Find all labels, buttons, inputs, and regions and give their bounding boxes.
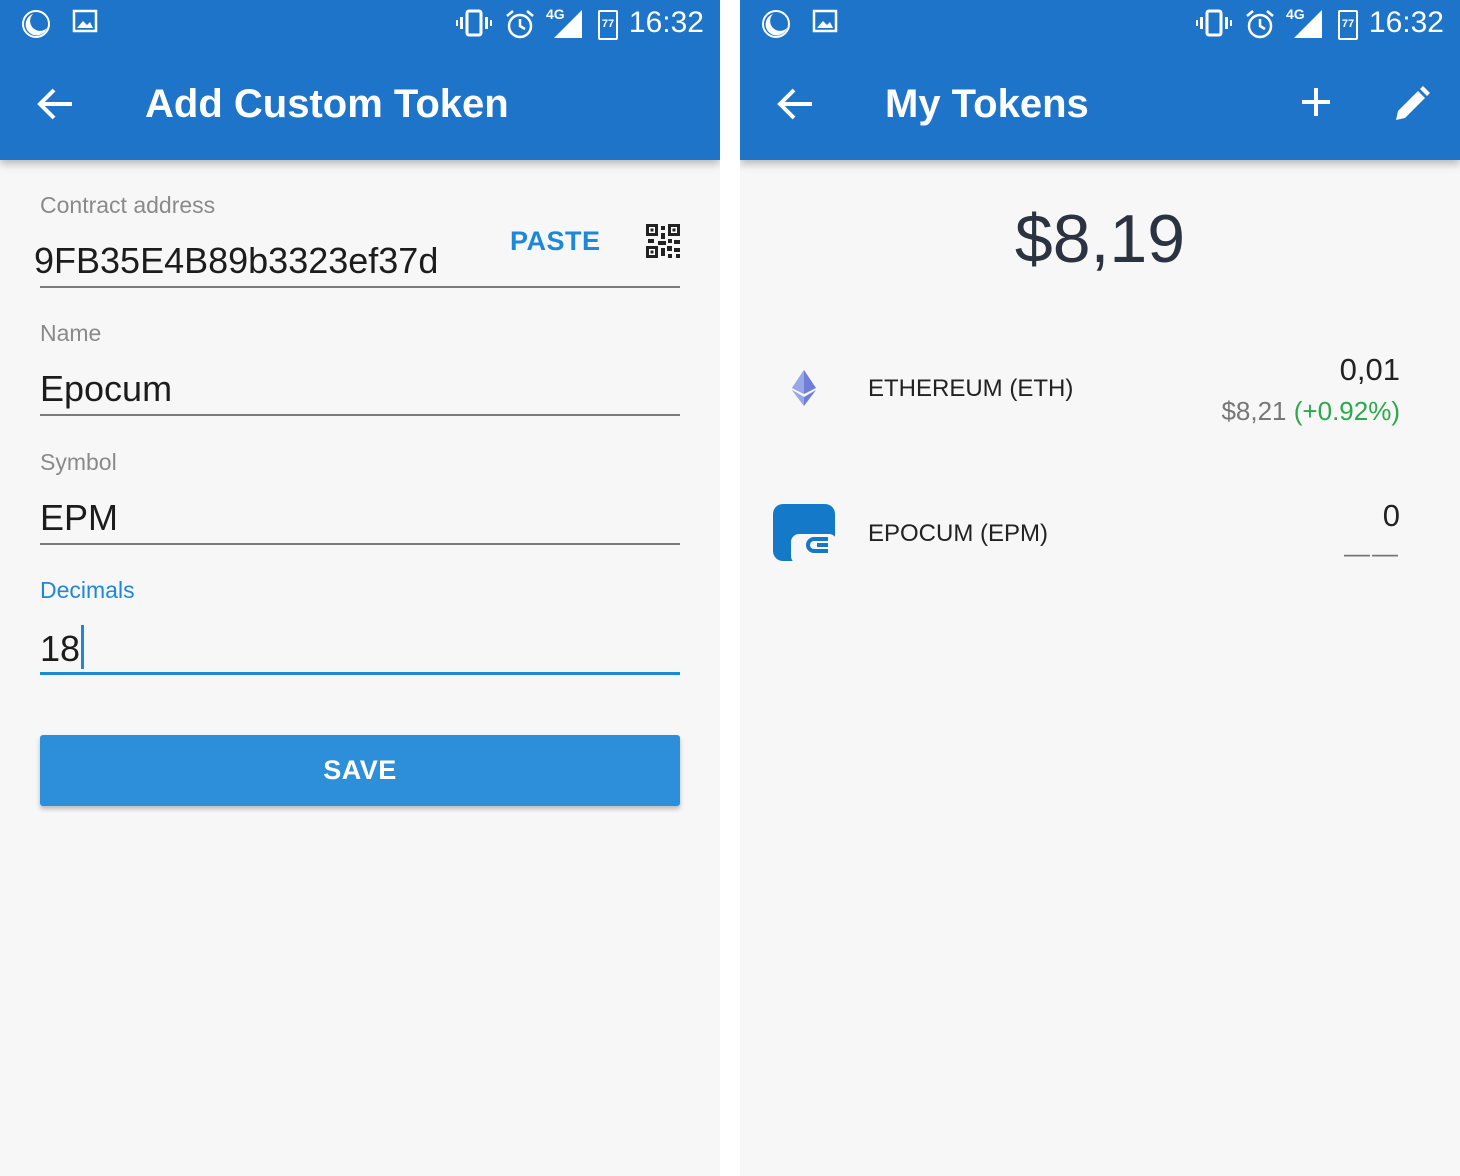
name-underline [40,414,680,416]
token-fiat-value: $8,21 (+0.92%) [1221,396,1400,427]
status-bar: 4G 77 16:32 [0,0,720,50]
night-mode-icon [762,10,790,38]
my-tokens-screen: 4G 77 16:32 My Tokens $8,19 ETHEREUM (ET… [740,0,1460,1176]
page-title: My Tokens [885,82,1089,126]
vibrate-icon [1196,9,1232,37]
total-balance: $8,19 [1014,201,1186,277]
alarm-icon [506,10,534,39]
token-amount: 0 [1382,498,1400,533]
qr-scan-icon[interactable] [646,224,680,258]
vibrate-icon [456,9,492,37]
name-input[interactable]: Epocum [40,368,172,410]
decimals-underline [40,672,680,675]
status-time: 16:32 [628,6,704,39]
edit-pencil-icon[interactable] [1392,84,1432,124]
token-fiat: $8,21 [1221,396,1287,426]
add-icon[interactable] [1298,84,1334,120]
text-cursor [81,625,85,669]
symbol-label: Symbol [40,449,117,475]
night-mode-icon [22,10,50,38]
signal-icon [554,10,582,38]
app-bar: 4G 77 16:32 Add Custom Token [0,0,720,160]
status-bar: 4G 77 16:32 [740,0,1460,50]
token-name: ETHEREUM (ETH) [868,375,1074,402]
app-bar: 4G 77 16:32 My Tokens [740,0,1460,160]
back-arrow-icon[interactable] [36,84,76,124]
add-custom-token-screen: 4G 77 16:32 Add Custom Token Contract ad… [0,0,720,1176]
alarm-icon [1246,10,1274,39]
decimals-value: 18 [40,628,81,669]
signal-icon [1294,10,1322,38]
decimals-field[interactable]: Decimals 18 [40,577,680,679]
image-icon [812,9,838,33]
contract-address-input[interactable]: 9FB35E4B89b3323ef37d [34,240,494,282]
decimals-label: Decimals [40,577,135,603]
symbol-field[interactable]: Symbol EPM [40,449,680,549]
page-title: Add Custom Token [145,82,509,126]
paste-button[interactable]: PASTE [510,226,601,257]
symbol-underline [40,543,680,545]
token-change: (+0.92%) [1293,396,1400,426]
token-fiat: —— [1344,538,1400,568]
ethereum-icon [792,370,816,406]
calendar-icon: 77 [1338,10,1358,40]
name-field[interactable]: Name Epocum [40,320,680,420]
epocum-icon [773,504,835,561]
image-icon [72,9,98,33]
name-label: Name [40,320,102,346]
back-arrow-icon[interactable] [776,84,816,124]
contract-address-underline [40,286,680,288]
token-name: EPOCUM (EPM) [868,520,1048,547]
symbol-input[interactable]: EPM [40,497,118,539]
decimals-input[interactable]: 18 [40,625,85,670]
save-button[interactable]: SAVE [40,735,680,806]
status-time: 16:32 [1368,6,1444,39]
token-amount: 0,01 [1339,352,1400,387]
contract-address-label: Contract address [40,192,216,218]
calendar-icon: 77 [598,10,618,40]
